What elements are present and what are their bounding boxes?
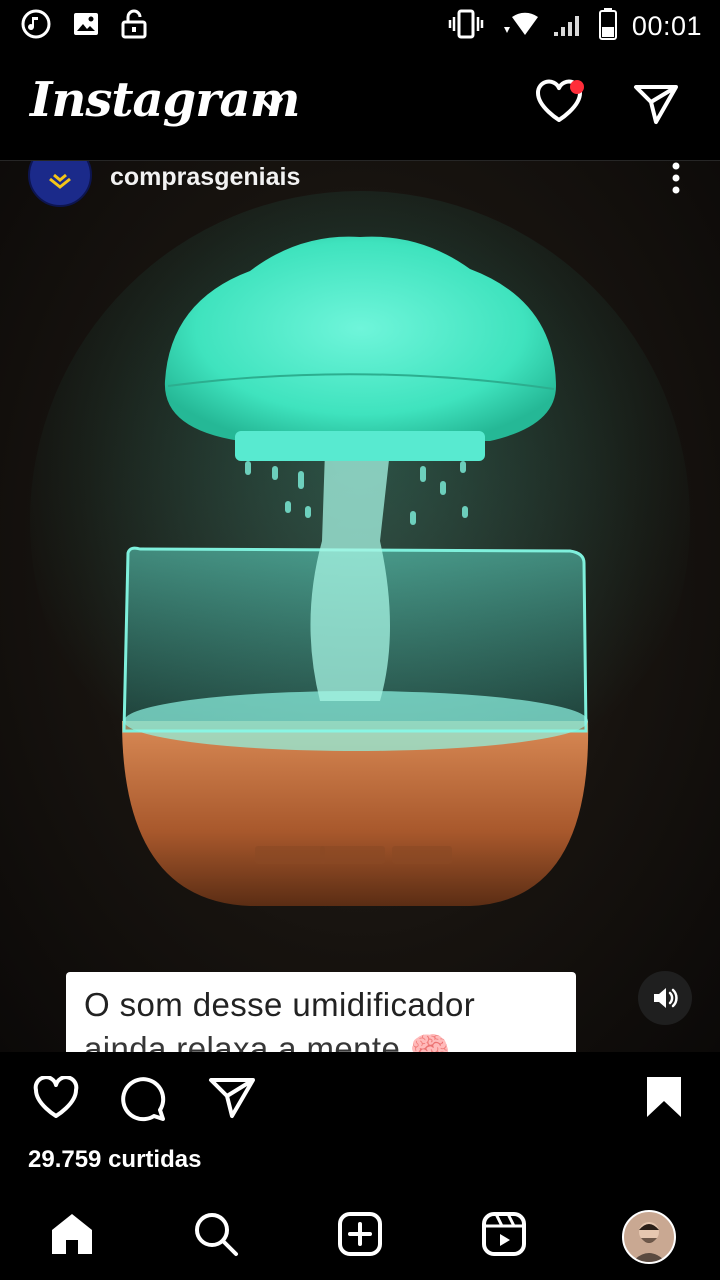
post[interactable]: comprasgeniais O som desse umidificador … (0, 161, 720, 1052)
status-bar: 00:01 (0, 0, 720, 52)
search-icon[interactable] (192, 1210, 240, 1263)
clock: 00:01 (631, 11, 702, 41)
unlock-icon (120, 9, 148, 44)
battery-icon (598, 8, 618, 45)
signal-icon (552, 10, 584, 43)
like-icon[interactable] (32, 1075, 80, 1125)
caption-line-2: ainda relaxa a mente 🧠 (84, 1030, 452, 1052)
more-options-icon[interactable] (668, 161, 684, 200)
reels-icon[interactable] (480, 1210, 528, 1263)
save-icon[interactable] (644, 1074, 684, 1125)
home-icon[interactable] (48, 1210, 96, 1263)
direct-message-icon[interactable] (632, 82, 680, 131)
music-notification-icon (20, 8, 52, 45)
sound-on-icon[interactable] (638, 971, 692, 1025)
create-icon[interactable] (336, 1210, 384, 1263)
profile-avatar[interactable] (622, 1210, 676, 1264)
likes-count[interactable]: 29.759 curtidas (28, 1146, 201, 1174)
vibrate-icon (448, 9, 484, 44)
bottom-nav (0, 1190, 720, 1280)
caption-line-1: O som desse umidificador (84, 986, 476, 1023)
humidifier-image (30, 191, 690, 906)
chevron-down-icon[interactable] (258, 96, 284, 117)
comment-icon[interactable] (120, 1076, 168, 1127)
wifi-icon (498, 9, 538, 44)
image-notification-icon (72, 10, 100, 43)
notification-dot (570, 80, 584, 94)
post-actions: 29.759 curtidas (0, 1052, 720, 1182)
top-bar: Instagram (0, 52, 720, 161)
share-icon[interactable] (208, 1076, 256, 1125)
video-caption: O som desse umidificador ainda relaxa a … (66, 972, 576, 1052)
avatar[interactable] (28, 161, 92, 207)
post-username[interactable]: comprasgeniais (110, 163, 300, 192)
